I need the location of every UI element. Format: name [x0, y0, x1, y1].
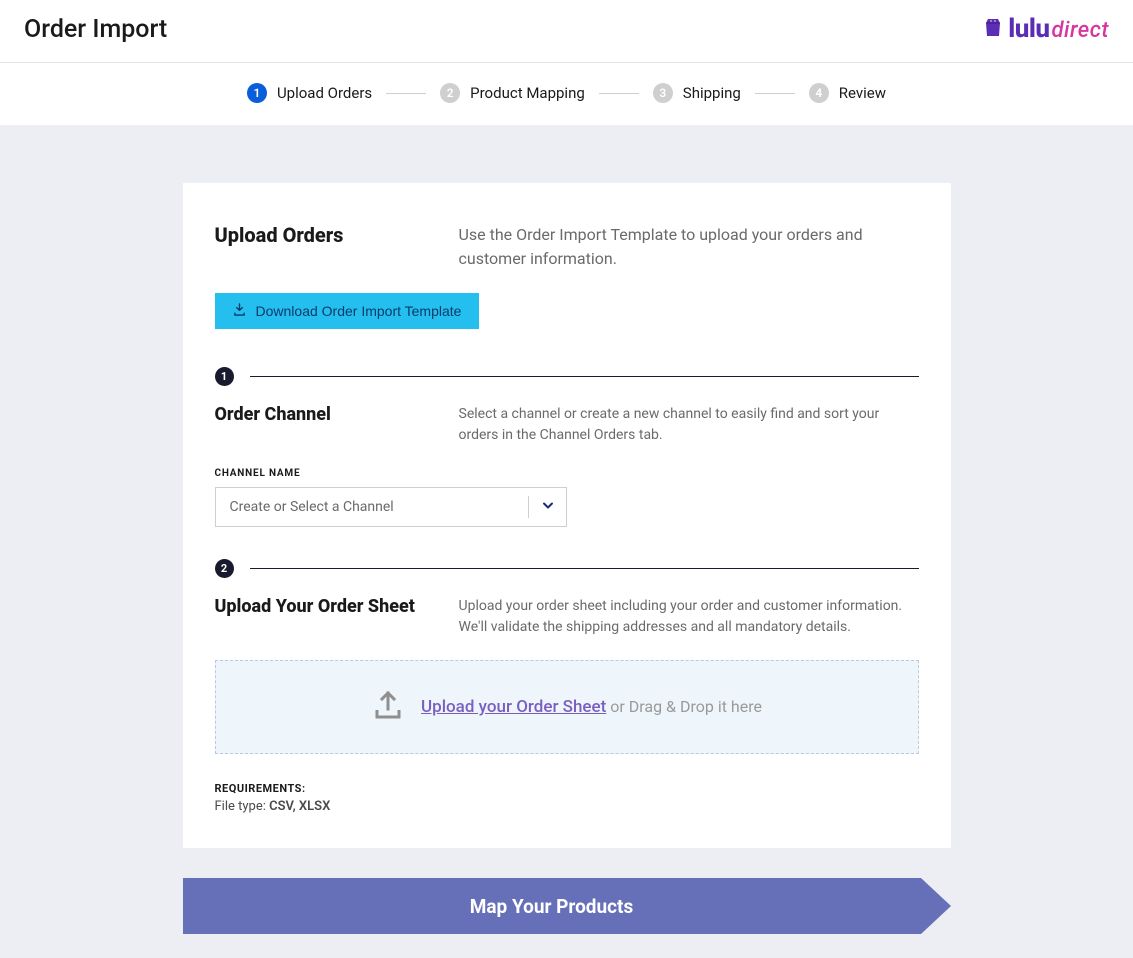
- step-label: Upload Orders: [277, 84, 372, 102]
- step-product-mapping[interactable]: 2 Product Mapping: [440, 83, 585, 103]
- step-separator: [755, 93, 795, 94]
- step-number: 2: [440, 83, 460, 103]
- file-type-label: File type:: [215, 799, 270, 814]
- requirements-label: REQUIREMENTS:: [215, 782, 919, 795]
- step-label: Review: [839, 84, 886, 102]
- step-label: Product Mapping: [470, 84, 585, 102]
- step-number: 3: [653, 83, 673, 103]
- upload-icon: [371, 689, 405, 725]
- download-template-button[interactable]: Download Order Import Template: [215, 293, 480, 329]
- page-title: Order Import: [24, 15, 167, 44]
- step-review[interactable]: 4 Review: [809, 83, 886, 103]
- upload-sheet-description: Upload your order sheet including your o…: [459, 596, 919, 638]
- file-type-value: CSV, XLSX: [269, 799, 330, 814]
- channel-select-value: Create or Select a Channel: [215, 487, 567, 527]
- step-separator: [386, 93, 426, 94]
- step-1-badge: 1: [215, 367, 234, 386]
- map-products-label: Map Your Products: [470, 895, 634, 918]
- progress-stepper: 1 Upload Orders 2 Product Mapping 3 Ship…: [0, 63, 1133, 125]
- order-channel-description: Select a channel or create a new channel…: [459, 404, 919, 446]
- download-template-label: Download Order Import Template: [256, 303, 462, 319]
- brand-name-primary: lulu: [1008, 14, 1049, 44]
- channel-select[interactable]: Create or Select a Channel: [215, 487, 567, 527]
- divider-line: [250, 568, 919, 569]
- brand-name-secondary: direct: [1052, 18, 1109, 43]
- step-number: 1: [247, 83, 267, 103]
- step-2-divider: 2: [215, 559, 919, 578]
- step-2-badge: 2: [215, 559, 234, 578]
- map-products-button[interactable]: Map Your Products: [183, 878, 951, 934]
- main-content: Upload Orders Use the Order Import Templ…: [0, 125, 1133, 958]
- upload-sheet-title: Upload Your Order Sheet: [215, 596, 435, 638]
- step-upload-orders[interactable]: 1 Upload Orders: [247, 83, 372, 103]
- upload-sheet-link[interactable]: Upload your Order Sheet: [421, 697, 606, 717]
- divider-line: [250, 376, 919, 377]
- order-channel-title: Order Channel: [215, 404, 435, 446]
- upload-card: Upload Orders Use the Order Import Templ…: [183, 183, 951, 848]
- step-label: Shipping: [683, 84, 741, 102]
- drag-drop-text: or Drag & Drop it here: [610, 697, 762, 716]
- upload-orders-description: Use the Order Import Template to upload …: [459, 223, 919, 271]
- chevron-down-icon: [541, 498, 555, 517]
- page-header: Order Import lulu direct: [0, 0, 1133, 63]
- shopping-bag-icon: [984, 17, 1002, 41]
- channel-name-label: CHANNEL NAME: [215, 468, 919, 479]
- arrow-right-icon: [921, 878, 951, 934]
- upload-dropzone[interactable]: Upload your Order Sheet or Drag & Drop i…: [215, 660, 919, 754]
- requirements-filetype: File type: CSV, XLSX: [215, 799, 919, 814]
- step-1-divider: 1: [215, 367, 919, 386]
- step-shipping[interactable]: 3 Shipping: [653, 83, 741, 103]
- select-separator: [528, 496, 529, 518]
- upload-orders-title: Upload Orders: [215, 223, 435, 271]
- step-number: 4: [809, 83, 829, 103]
- brand-logo: lulu direct: [984, 14, 1109, 44]
- download-icon: [233, 303, 246, 319]
- step-separator: [599, 93, 639, 94]
